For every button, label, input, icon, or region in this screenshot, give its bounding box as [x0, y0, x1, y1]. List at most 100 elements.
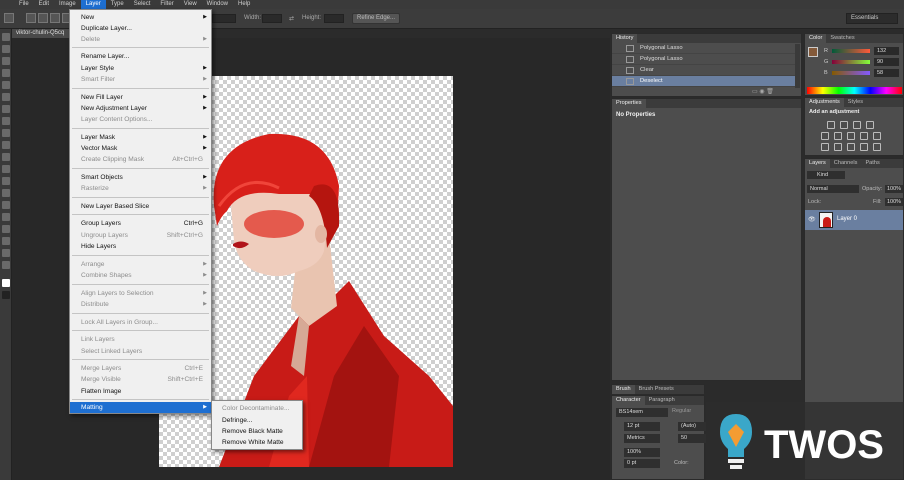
brush-tool-icon[interactable] — [2, 117, 10, 125]
snapshot-icon[interactable]: ◉ — [759, 89, 764, 95]
menu-window[interactable]: Window — [202, 0, 233, 9]
layer-filter-select[interactable]: Kind — [807, 171, 845, 179]
tab-swatches[interactable]: Swatches — [826, 34, 858, 43]
posterize-icon[interactable] — [834, 143, 842, 151]
tab-color[interactable]: Color — [805, 34, 827, 43]
shape-tool-icon[interactable] — [2, 237, 10, 245]
swap-icon[interactable]: ⇄ — [289, 15, 294, 22]
baseline-field[interactable]: 0 pt — [624, 459, 660, 468]
new-document-icon[interactable]: ▭ — [752, 89, 758, 95]
fill-field[interactable]: 100% — [885, 198, 903, 206]
menu-item-defringe[interactable]: Defringe... — [212, 415, 302, 426]
color-spectrum[interactable] — [807, 87, 902, 94]
menu-item-combine-shapes[interactable]: Combine Shapes ▶ — [70, 270, 211, 281]
menu-item-select-linked-layers[interactable]: Select Linked Layers — [70, 346, 211, 357]
opacity-field[interactable]: 100% — [885, 185, 903, 193]
menu-item-remove-white-matte[interactable]: Remove White Matte — [212, 437, 302, 448]
menu-image[interactable]: Image — [54, 0, 81, 9]
new-selection-icon[interactable] — [26, 13, 36, 23]
tab-layers[interactable]: Layers — [805, 159, 830, 168]
history-item[interactable]: Polygonal Lasso — [612, 54, 795, 65]
menu-item-remove-black-matte[interactable]: Remove Black Matte — [212, 426, 302, 437]
menu-item-color-decontaminate[interactable]: Color Decontaminate... — [212, 403, 302, 414]
menu-select[interactable]: Select — [129, 0, 156, 9]
brightness-icon[interactable] — [827, 121, 835, 129]
menu-item-ungroup-layers[interactable]: Ungroup Layers Shift+Ctrl+G — [70, 230, 211, 241]
subtract-selection-icon[interactable] — [50, 13, 60, 23]
menu-item-layer-mask[interactable]: Layer Mask ▶ — [70, 132, 211, 143]
menu-layer[interactable]: Layer — [80, 0, 106, 9]
photo-filter-icon[interactable] — [873, 132, 881, 140]
red-value-field[interactable]: 132 — [874, 47, 899, 55]
tab-brush[interactable]: Brush — [612, 385, 635, 394]
tab-character[interactable]: Character — [612, 396, 645, 405]
tool-preset-icon[interactable] — [4, 13, 14, 23]
menu-item-layer-content-options[interactable]: Layer Content Options... — [70, 114, 211, 125]
kerning-field[interactable]: Metrics — [624, 434, 660, 443]
menu-item-new[interactable]: New ▶ — [70, 12, 211, 23]
blend-mode-select[interactable]: Normal — [807, 185, 859, 193]
menu-type[interactable]: Type — [106, 0, 129, 9]
layer-name[interactable]: Layer 0 — [837, 216, 857, 222]
menu-item-matting[interactable]: Matting ▶ — [70, 402, 211, 413]
add-selection-icon[interactable] — [38, 13, 48, 23]
gradient-map-icon[interactable] — [860, 143, 868, 151]
tab-styles[interactable]: Styles — [844, 98, 867, 107]
blur-tool-icon[interactable] — [2, 177, 10, 185]
menu-item-smart-objects[interactable]: Smart Objects ▶ — [70, 172, 211, 183]
menu-file[interactable]: File — [14, 0, 34, 9]
threshold-icon[interactable] — [847, 143, 855, 151]
exposure-icon[interactable] — [866, 121, 874, 129]
document-tab[interactable]: viktor-chulin-Q5cq — [12, 29, 72, 38]
invert-icon[interactable] — [821, 143, 829, 151]
lasso-tool-icon[interactable] — [2, 57, 10, 65]
history-brush-tool-icon[interactable] — [2, 141, 10, 149]
history-item[interactable]: Polygonal Lasso — [612, 43, 795, 54]
visibility-eye-icon[interactable]: 👁 — [808, 216, 816, 223]
stamp-tool-icon[interactable] — [2, 129, 10, 137]
workspace-select[interactable]: Essentials — [846, 13, 898, 24]
menu-item-link-layers[interactable]: Link Layers — [70, 334, 211, 345]
menu-item-group-layers[interactable]: Group Layers Ctrl+G — [70, 218, 211, 229]
red-slider[interactable] — [832, 49, 870, 53]
green-value-field[interactable]: 90 — [874, 58, 899, 66]
marquee-tool-icon[interactable] — [2, 45, 10, 53]
type-tool-icon[interactable] — [2, 213, 10, 221]
menu-item-vector-mask[interactable]: Vector Mask ▶ — [70, 143, 211, 154]
menu-item-distribute[interactable]: Distribute ▶ — [70, 299, 211, 310]
curves-icon[interactable] — [853, 121, 861, 129]
refine-edge-button[interactable]: Refine Edge... — [352, 13, 401, 24]
tab-properties[interactable]: Properties — [612, 99, 646, 108]
black-white-icon[interactable] — [860, 132, 868, 140]
menu-item-new-layer-based-slice[interactable]: New Layer Based Slice — [70, 201, 211, 212]
width-field[interactable] — [262, 14, 282, 23]
font-family-select[interactable]: BS14sem — [616, 408, 668, 417]
tab-paragraph[interactable]: Paragraph — [645, 396, 679, 405]
foreground-color-swatch[interactable] — [808, 47, 818, 57]
pen-tool-icon[interactable] — [2, 201, 10, 209]
menu-item-hide-layers[interactable]: Hide Layers — [70, 241, 211, 252]
eraser-tool-icon[interactable] — [2, 153, 10, 161]
blue-value-field[interactable]: 58 — [874, 69, 899, 77]
menu-item-arrange[interactable]: Arrange ▶ — [70, 259, 211, 270]
menu-help[interactable]: Help — [233, 0, 255, 9]
vibrance-icon[interactable] — [821, 132, 829, 140]
menu-item-create-clipping-mask[interactable]: Create Clipping Mask Alt+Ctrl+G — [70, 154, 211, 165]
crop-tool-icon[interactable] — [2, 81, 10, 89]
foreground-color-icon[interactable] — [2, 279, 10, 287]
menu-item-new-adjustment-layer[interactable]: New Adjustment Layer ▶ — [70, 103, 211, 114]
tab-channels[interactable]: Channels — [830, 159, 862, 168]
tab-brush-presets[interactable]: Brush Presets — [635, 385, 678, 394]
history-item[interactable]: Clear — [612, 65, 795, 76]
background-color-icon[interactable] — [2, 291, 10, 299]
eyedropper-tool-icon[interactable] — [2, 93, 10, 101]
selective-color-icon[interactable] — [873, 143, 881, 151]
style-select[interactable] — [212, 14, 236, 23]
menu-item-new-fill-layer[interactable]: New Fill Layer ▶ — [70, 92, 211, 103]
history-item-selected[interactable]: Deselect — [612, 76, 795, 87]
healing-tool-icon[interactable] — [2, 105, 10, 113]
blue-slider[interactable] — [832, 71, 870, 75]
gradient-tool-icon[interactable] — [2, 165, 10, 173]
quick-select-tool-icon[interactable] — [2, 69, 10, 77]
trash-icon[interactable]: 🗑 — [766, 89, 774, 95]
